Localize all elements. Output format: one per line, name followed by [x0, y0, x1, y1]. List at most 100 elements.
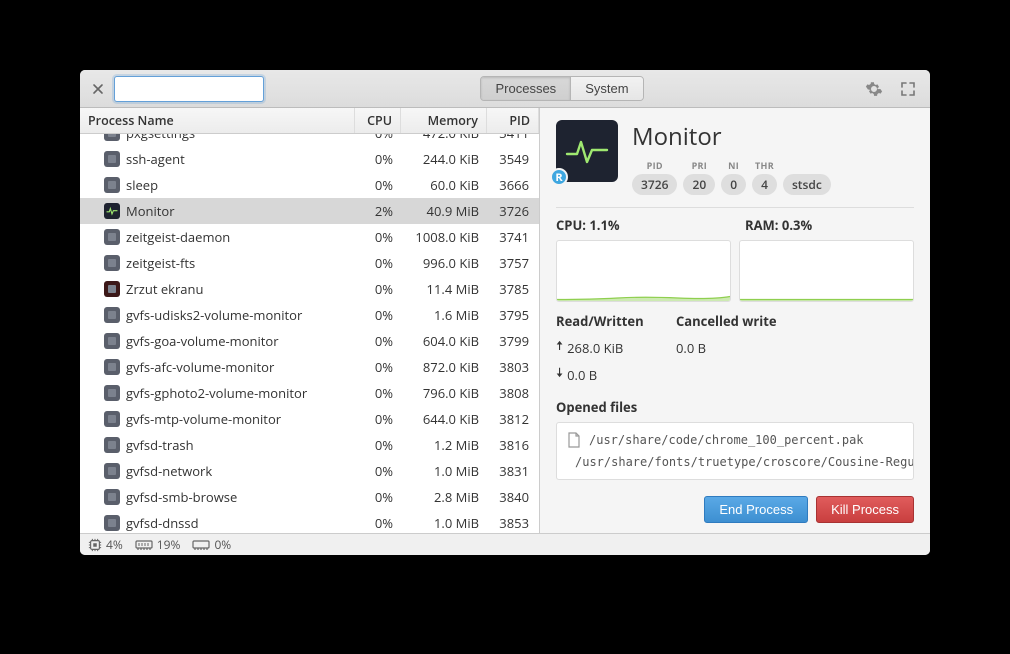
- search-input[interactable]: [125, 81, 301, 96]
- process-cpu: 0%: [355, 332, 401, 350]
- process-list-pane: Process Name CPU Memory PID pxgsettings0…: [80, 108, 540, 533]
- process-row[interactable]: gvfs-udisks2-volume-monitor0%1.6 MiB3795: [80, 302, 539, 328]
- process-cpu: 0%: [355, 436, 401, 454]
- process-row[interactable]: pxgsettings0%472.0 KiB3411: [80, 134, 539, 146]
- chip-ni: 0: [721, 174, 746, 195]
- process-name: zeitgeist-fts: [126, 254, 195, 272]
- process-row[interactable]: gvfs-mtp-volume-monitor0%644.0 KiB3812: [80, 406, 539, 432]
- opened-files-list[interactable]: /usr/share/code/chrome_100_percent.pak/u…: [556, 422, 914, 480]
- process-row[interactable]: gvfs-goa-volume-monitor0%604.0 KiB3799: [80, 328, 539, 354]
- opened-file-row[interactable]: /usr/share/code/chrome_100_percent.pak: [557, 429, 913, 451]
- process-icon: [104, 489, 120, 505]
- tab-system[interactable]: System: [570, 77, 642, 100]
- chip-pri: 20: [683, 174, 715, 195]
- process-pid: 3808: [487, 384, 539, 402]
- process-icon: [104, 359, 120, 375]
- process-row[interactable]: gvfs-gphoto2-volume-monitor0%796.0 KiB38…: [80, 380, 539, 406]
- process-icon: [104, 229, 120, 245]
- process-name: gvfsd-smb-browse: [126, 488, 237, 506]
- process-row[interactable]: gvfsd-dnssd0%1.0 MiB3853: [80, 510, 539, 533]
- process-list-header[interactable]: Process Name CPU Memory PID: [80, 108, 539, 134]
- kill-process-button[interactable]: Kill Process: [816, 496, 914, 523]
- process-memory: 604.0 KiB: [401, 332, 487, 350]
- process-row[interactable]: Zrzut ekranu0%11.4 MiB3785: [80, 276, 539, 302]
- process-row[interactable]: gvfsd-network0%1.0 MiB3831: [80, 458, 539, 484]
- process-row[interactable]: gvfs-afc-volume-monitor0%872.0 KiB3803: [80, 354, 539, 380]
- col-header-pid[interactable]: PID: [487, 108, 539, 133]
- written-value: 0.0 B: [567, 366, 597, 384]
- process-pid: 3549: [487, 150, 539, 168]
- settings-button[interactable]: [860, 75, 888, 103]
- process-list-body[interactable]: pxgsettings0%472.0 KiB3411ssh-agent0%244…: [80, 134, 539, 533]
- process-icon: [104, 437, 120, 453]
- process-memory: 11.4 MiB: [401, 280, 487, 298]
- statusbar-memory: 19%: [135, 536, 181, 553]
- app-icon-wrap: R: [556, 120, 618, 182]
- opened-files-header: Opened files: [556, 398, 914, 416]
- search-field[interactable]: [114, 76, 264, 102]
- opened-file-row[interactable]: /usr/share/fonts/truetype/croscore/Cousi…: [557, 451, 913, 473]
- process-icon: [104, 281, 120, 297]
- process-pid: 3816: [487, 436, 539, 454]
- process-pid: 3803: [487, 358, 539, 376]
- process-memory: 872.0 KiB: [401, 358, 487, 376]
- process-pid: 3831: [487, 462, 539, 480]
- process-icon: [104, 515, 120, 531]
- process-name: zeitgeist-daemon: [126, 228, 230, 246]
- col-header-memory[interactable]: Memory: [401, 108, 487, 133]
- download-icon: 🠇: [556, 363, 563, 386]
- process-row[interactable]: ssh-agent0%244.0 KiB3549: [80, 146, 539, 172]
- process-icon: [104, 177, 120, 193]
- detail-header: R Monitor PID3726 PRI20 NI0 THR4 stsdc: [556, 120, 914, 195]
- io-row-read: 🠅268.0 KiB 0.0 B: [556, 336, 914, 359]
- detail-chips: PID3726 PRI20 NI0 THR4 stsdc: [632, 159, 831, 195]
- chip-thr: 4: [752, 174, 777, 195]
- process-row[interactable]: gvfsd-smb-browse0%2.8 MiB3840: [80, 484, 539, 510]
- process-icon: [104, 203, 120, 219]
- process-row[interactable]: Monitor2%40.9 MiB3726: [80, 198, 539, 224]
- ram-graph: [739, 240, 914, 302]
- process-cpu: 0%: [355, 176, 401, 194]
- process-name: gvfsd-dnssd: [126, 514, 199, 532]
- tab-processes[interactable]: Processes: [481, 77, 570, 100]
- process-memory: 2.8 MiB: [401, 488, 487, 506]
- chip-pid: 3726: [632, 174, 677, 195]
- process-name: sleep: [126, 176, 158, 194]
- statusbar-cpu: 4%: [88, 536, 123, 553]
- upload-icon: 🠅: [556, 336, 563, 359]
- process-cpu: 0%: [355, 384, 401, 402]
- maximize-button[interactable]: [894, 75, 922, 103]
- process-pid: 3785: [487, 280, 539, 298]
- col-header-cpu[interactable]: CPU: [355, 108, 401, 133]
- opened-file-path: /usr/share/fonts/truetype/croscore/Cousi…: [575, 455, 914, 469]
- process-cpu: 2%: [355, 202, 401, 220]
- process-cpu: 0%: [355, 306, 401, 324]
- status-badge: R: [550, 168, 568, 186]
- app-window: Processes System Process Name CPU Memory…: [80, 70, 930, 555]
- io-headers: Read/Written Cancelled write: [556, 312, 914, 330]
- process-icon: [104, 307, 120, 323]
- process-row[interactable]: gvfsd-trash0%1.2 MiB3816: [80, 432, 539, 458]
- process-cpu: 0%: [355, 134, 401, 142]
- titlebar: Processes System: [80, 70, 930, 108]
- chip-label-pri: PRI: [692, 159, 707, 172]
- window-close-button[interactable]: [88, 79, 108, 99]
- view-switcher: Processes System: [480, 76, 643, 101]
- process-memory: 1.0 MiB: [401, 514, 487, 532]
- process-name: gvfs-udisks2-volume-monitor: [126, 306, 302, 324]
- action-buttons: End Process Kill Process: [556, 486, 914, 523]
- process-row[interactable]: zeitgeist-fts0%996.0 KiB3757: [80, 250, 539, 276]
- process-memory: 472.0 KiB: [401, 134, 487, 142]
- process-name: Zrzut ekranu: [126, 280, 203, 298]
- gear-icon: [865, 80, 883, 98]
- cpu-icon: [88, 538, 102, 552]
- end-process-button[interactable]: End Process: [704, 496, 808, 523]
- process-row[interactable]: sleep0%60.0 KiB3666: [80, 172, 539, 198]
- process-memory: 1.0 MiB: [401, 462, 487, 480]
- close-icon: [92, 83, 104, 95]
- process-memory: 996.0 KiB: [401, 254, 487, 272]
- process-row[interactable]: zeitgeist-daemon0%1008.0 KiB3741: [80, 224, 539, 250]
- col-header-name[interactable]: Process Name: [80, 108, 355, 133]
- statusbar-swap: 0%: [192, 536, 231, 553]
- read-written-header: Read/Written: [556, 312, 676, 330]
